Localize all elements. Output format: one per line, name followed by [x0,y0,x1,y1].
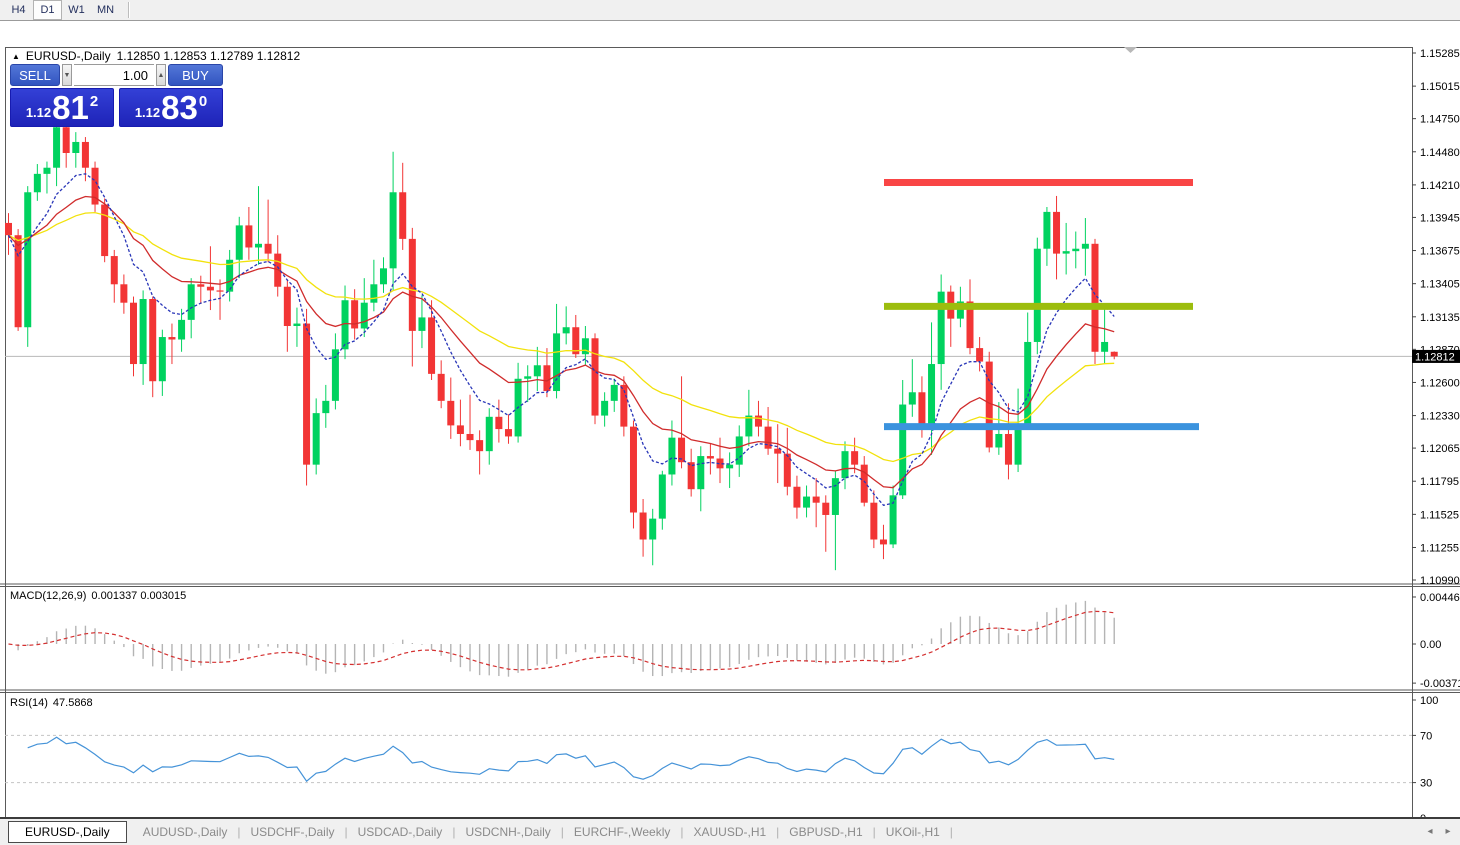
chart-window[interactable]: 1.15285 1.15015 1.14750 1.14480 1.14210 1.139… [0,22,1460,819]
tab-separator: | [950,825,953,839]
rsi-line [28,737,1115,781]
sell-button[interactable]: SELL [10,64,60,86]
svg-text:1.12870: 1.12870 [1420,344,1460,356]
candles [5,122,1118,570]
tab-xauusd-h1[interactable]: XAUUSD-,H1 [683,822,776,842]
svg-text:1.14480: 1.14480 [1420,147,1460,159]
svg-text:1.11795: 1.11795 [1420,476,1459,488]
chart-tabs-bar: EURUSD-,Daily AUDUSD-,Daily | USDCHF-,Daily… [0,817,1460,845]
toolbar-separator [128,2,129,18]
current-price-tag: 1.12812 [1412,350,1460,364]
svg-text:1.13675: 1.13675 [1420,246,1460,258]
pane-borders [0,47,1460,822]
buy-price-pips: 83 [161,91,198,125]
tab-eurusd-daily[interactable]: EURUSD-,Daily [8,821,127,843]
macd-values: 0.001337 0.003015 [91,590,186,602]
tab-gbpusd-h1[interactable]: GBPUSD-,H1 [779,822,872,842]
tab-usdcnh-daily[interactable]: USDCNH-,Daily [455,822,560,842]
svg-text:1.14210: 1.14210 [1420,180,1460,192]
volume-decrease-button[interactable]: ▼ [62,64,72,86]
rsi-value: 47.5868 [53,697,93,709]
chart-title: ▲ EURUSD-,Daily 1.12850 1.12853 1.12789 … [12,49,300,63]
tab-audusd-daily[interactable]: AUDUSD-,Daily [133,822,238,842]
macd-name: MACD(12,26,9) [10,590,86,602]
rsi-label: RSI(14) 47.5868 [10,697,93,709]
timeframe-button-w1[interactable]: W1 [62,0,91,20]
svg-text:1.13945: 1.13945 [1420,212,1460,224]
chart-canvas: 1.15285 1.15015 1.14750 1.14480 1.14210 1.139… [0,22,1460,845]
svg-text:1.13135: 1.13135 [1420,312,1460,324]
medium-ma-line [9,197,1115,488]
svg-text:1.14750: 1.14750 [1420,114,1460,126]
svg-text:1.12330: 1.12330 [1420,411,1460,423]
buy-button[interactable]: BUY [168,64,223,86]
sell-price-point: 2 [90,93,98,110]
macd-label: MACD(12,26,9) 0.001337 0.003015 [10,590,186,602]
chevron-up-icon: ▲ [158,72,165,79]
timeframe-button-d1[interactable]: D1 [33,0,62,20]
sell-price-prefix: 1.12 [26,105,51,120]
tab-usdcad-daily[interactable]: USDCAD-,Daily [348,822,453,842]
timeframe-toolbar: H4D1W1MN [0,0,1460,21]
tab-usdchf-daily[interactable]: USDCHF-,Daily [241,822,345,842]
volume-increase-button[interactable]: ▲ [156,64,166,86]
buy-price-box[interactable]: 1.12 83 0 [119,88,223,127]
timeframe-button-mn[interactable]: MN [91,0,120,20]
svg-text:-0.003715: -0.003715 [1420,678,1460,690]
tab-scroll-arrows: ◂ ▸ [1424,826,1454,837]
svg-text:1.11255: 1.11255 [1420,542,1459,554]
svg-text:30: 30 [1420,778,1432,790]
svg-text:1.12600: 1.12600 [1420,377,1460,389]
buy-price-prefix: 1.12 [135,105,160,120]
tab-scroll-left-icon[interactable]: ◂ [1424,826,1436,837]
svg-text:70: 70 [1420,730,1432,742]
tab-ukoil-h1[interactable]: UKOil-,H1 [876,822,950,842]
macd-axis[interactable]: 0.004465 0.00 -0.003715 [1412,592,1460,690]
chart-shift-marker-icon[interactable] [1124,47,1137,53]
macd-histogram [9,601,1115,677]
slow-ma-line [9,213,1115,462]
svg-text:100: 100 [1420,695,1438,707]
chevron-down-icon: ▼ [64,72,71,79]
buy-price-point: 0 [199,93,207,110]
one-click-trading-panel: SELL ▼ ▲ BUY 1.12 81 2 1.12 83 0 [10,64,223,127]
price-axis[interactable]: 1.15285 1.15015 1.14750 1.14480 1.14210 1.139… [1412,48,1460,587]
chart-ohlc-values: 1.12850 1.12853 1.12789 1.12812 [117,49,301,63]
svg-text:1.12065: 1.12065 [1420,443,1460,455]
svg-text:1.15015: 1.15015 [1420,81,1460,93]
svg-text:1.13405: 1.13405 [1420,279,1460,291]
svg-text:1.12812: 1.12812 [1415,351,1455,363]
rsi-name: RSI(14) [10,697,48,709]
svg-text:1.11525: 1.11525 [1420,509,1459,521]
svg-text:0.00: 0.00 [1420,639,1441,651]
tab-scroll-right-icon[interactable]: ▸ [1442,826,1454,837]
rsi-axis[interactable]: 10070300 [1412,695,1438,825]
svg-text:1.10990: 1.10990 [1420,575,1460,587]
volume-input[interactable] [74,64,154,86]
svg-text:0.004465: 0.004465 [1420,592,1460,604]
fast-ma-line [9,174,1115,506]
sell-price-pips: 81 [52,91,89,125]
sell-price-box[interactable]: 1.12 81 2 [10,88,114,127]
timeframe-button-h4[interactable]: H4 [4,0,33,20]
rsi-pane-levels [5,735,1412,782]
tab-eurchf-weekly[interactable]: EURCHF-,Weekly [564,822,680,842]
one-click-toggle-icon[interactable]: ▲ [12,52,20,61]
mt4-window: H4D1W1MN 1.152851.150151.147501.144801.1… [0,0,1460,845]
chart-symbol-label: EURUSD-,Daily [26,49,111,63]
svg-text:1.15285: 1.15285 [1420,48,1460,60]
macd-signal-line [9,611,1115,669]
